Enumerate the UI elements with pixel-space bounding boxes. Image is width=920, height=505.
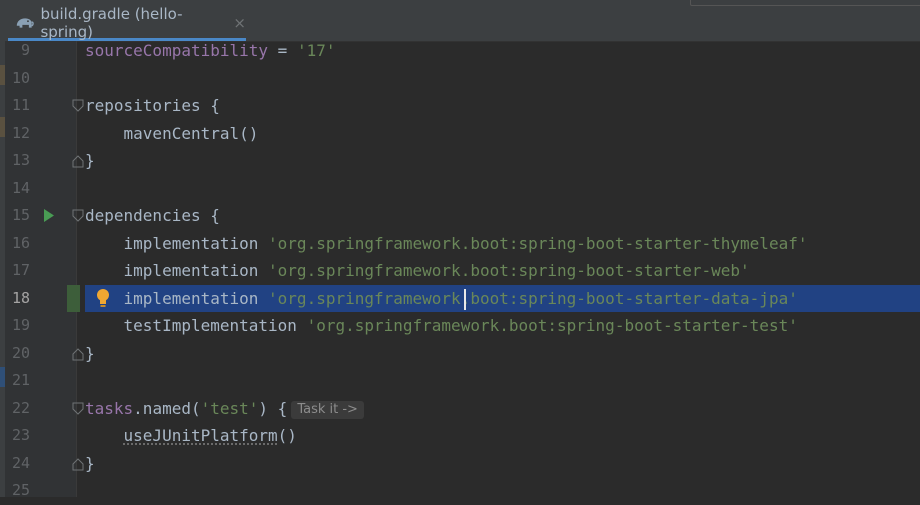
editor-tab-bar: build.gradle (hello-spring) × [0,0,920,42]
code-line-19: 19 testImplementation 'org.springframewo… [5,312,920,340]
code-text: implementation 'org.springframework.boot… [85,257,750,285]
toolbar-field[interactable] [690,0,920,6]
code-text: useJUnitPlatform() [85,422,297,450]
property-token: tasks [85,398,134,418]
code-line-13: 13 } [5,147,920,175]
inlay-hint: Task it -> [291,400,364,419]
fold-collapse-icon[interactable] [72,99,84,113]
line-number: 20 [11,343,30,362]
code-text: implementation 'org.springframework.boot… [85,285,798,313]
code-line-21: 21 [5,367,920,395]
fold-collapse-icon[interactable] [72,402,84,416]
punct-token: () [277,426,297,445]
line-number: 18 [11,288,30,307]
code-line-10: 10 [5,65,920,93]
tab-label: build.gradle (hello-spring) [40,5,183,41]
code-line-24: 24 } [5,450,920,478]
string-token: 'org.springframework.boot:spring-boot-st… [268,261,750,280]
method-token: .named( [133,398,201,418]
string-token: 'test' [200,398,259,418]
punct-token: ) { [258,398,288,418]
code-line-9: 9 sourceCompatibility = '17' [5,37,920,65]
method-token: implementation [85,288,269,308]
code-text: repositories { [85,96,220,115]
code-text: implementation 'org.springframework.boot… [85,230,808,258]
line-number: 9 [20,41,30,59]
line-number: 10 [11,68,30,87]
indent-token [85,426,124,445]
line-number: 13 [11,151,30,169]
method-token: testImplementation [85,316,307,335]
line-number: 15 [11,206,30,224]
fold-end-icon[interactable] [72,154,84,168]
code-line-11: 11 repositories { [5,92,920,120]
code-line-17: 17 implementation 'org.springframework.b… [5,257,920,285]
code-line-25: 25 [5,477,920,505]
line-number: 25 [11,481,30,499]
fold-end-icon[interactable] [72,457,84,471]
fold-end-icon[interactable] [72,347,84,361]
gradle-elephant-icon [16,18,34,28]
code-text: testImplementation 'org.springframework.… [85,312,798,340]
line-number: 21 [11,371,30,389]
method-token: useJUnitPlatform [123,426,278,445]
code-line-23: 23 useJUnitPlatform() [5,422,920,450]
code-text: } [85,151,95,170]
code-line-18: 18 implementation 'org.springframework.b… [5,284,920,313]
code-text: dependencies { [85,206,220,225]
code-text: mavenCentral() [85,123,259,143]
line-number: 19 [11,316,30,334]
line-number: 22 [11,398,30,417]
code-line-20: 20 } [5,340,920,368]
line-number: 17 [11,261,30,279]
fold-collapse-icon[interactable] [72,209,84,223]
code-line-22: 22 tasks.named('test') {Task it -> [5,395,920,423]
code-line-14: 14 [5,175,920,203]
string-token: 'org.springframework.boot:spring-boot-st… [268,233,808,253]
string-token: 'org.springframework.boot:spring-boot-st… [268,288,798,308]
line-number: 12 [11,123,30,142]
line-number: 11 [11,96,30,114]
line-number: 16 [11,233,30,252]
string-token: 'org.springframework.boot:spring-boot-st… [306,316,798,335]
property-token: sourceCompatibility [85,41,269,60]
code-line-15: 15 dependencies { [5,202,920,230]
line-number: 23 [11,426,30,444]
code-line-16: 16 implementation 'org.springframework.b… [5,230,920,258]
code-text: } [85,343,95,363]
line-number: 24 [11,453,30,472]
method-token: implementation [85,261,269,280]
tab-close-icon[interactable]: × [233,14,246,32]
code-line-12: 12 mavenCentral() [5,120,920,148]
line-number: 14 [11,178,30,197]
code-editor[interactable]: 9 sourceCompatibility = '17' 10 11 repos… [5,41,920,499]
code-text: tasks.named('test') {Task it -> [85,395,364,423]
operator-token: = [268,41,297,60]
method-token: implementation [85,233,269,253]
text-caret [464,288,466,310]
code-text: } [85,453,95,473]
code-text: sourceCompatibility = '17' [85,37,335,65]
changed-line-marker [67,284,80,312]
string-token: '17' [296,41,336,60]
run-gutter-icon[interactable] [43,209,55,222]
